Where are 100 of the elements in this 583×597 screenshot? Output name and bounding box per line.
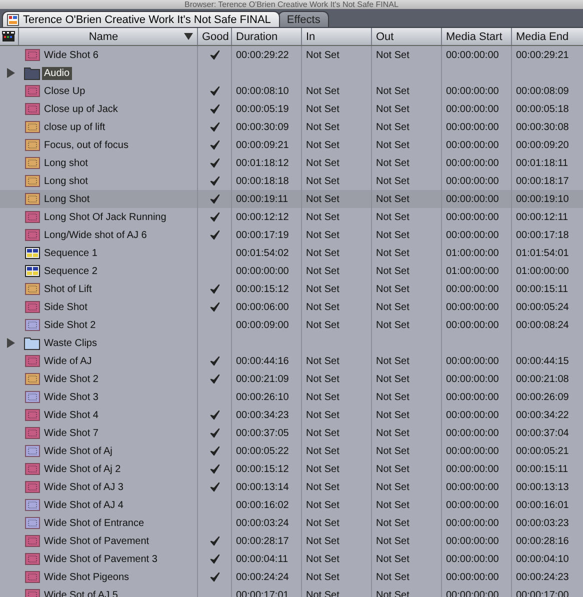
checkmark-icon[interactable] [210, 50, 220, 60]
checkmark-icon[interactable] [210, 410, 220, 420]
disclosure-triangle-icon[interactable] [7, 68, 15, 78]
column-header[interactable]: Name [88, 30, 118, 42]
browser-row[interactable]: Close Up 00:00:08:10 Not Set Not Set 00:00:00:00 00:00:08:09 [0, 82, 583, 100]
table-cell: 00:00:00:00 [236, 266, 289, 276]
table-cell: 00:00:37:05 [236, 428, 289, 438]
checkmark-icon[interactable] [210, 284, 220, 294]
item-name: Long shot [43, 174, 89, 188]
column-header[interactable]: Good [202, 30, 229, 42]
browser-row[interactable]: Waste Clips [0, 334, 583, 352]
browser-row[interactable]: Wide Shot of Aj 2 00:00:15:12 Not Set Not Set 00:00:00:00 00:00:15:11 [0, 460, 583, 478]
checkmark-icon[interactable] [210, 554, 220, 564]
checkmark-icon[interactable] [210, 176, 220, 186]
checkmark-icon[interactable] [210, 374, 220, 384]
browser-row[interactable]: Side Shot 00:00:06:00 Not Set Not Set 00:00:00:00 00:00:05:24 [0, 298, 583, 316]
browser-row[interactable]: Wide Shot 2 00:00:21:09 Not Set Not Set 00:00:00:00 00:00:21:08 [0, 370, 583, 388]
table-cell: 00:00:24:23 [516, 572, 569, 582]
column-header[interactable]: In [306, 30, 316, 42]
checkmark-icon[interactable] [210, 212, 220, 222]
tab[interactable]: Terence O'Brien Creative Work It's Not Safe FINAL [2, 11, 280, 27]
table-cell: 00:00:09:00 [236, 320, 289, 330]
checkmark-icon[interactable] [210, 122, 220, 132]
checkmark-icon[interactable] [210, 482, 220, 492]
browser-row[interactable]: Audio [0, 64, 583, 82]
checkmark-icon[interactable] [210, 302, 220, 312]
checkmark-icon[interactable] [210, 464, 220, 474]
table-cell: Not Set [376, 284, 410, 294]
browser-row[interactable]: Wide Shot of Aj 00:00:05:22 Not Set Not Set 00:00:00:00 00:00:05:21 [0, 442, 583, 460]
sort-arrow-icon[interactable] [184, 33, 193, 40]
item-name: Wide Shot of Pavement [43, 534, 150, 548]
browser-row[interactable]: Wide Shot of Pavement 00:00:28:17 Not Set Not Set 00:00:00:00 00:00:28:16 [0, 532, 583, 550]
browser-row[interactable]: Long Shot 00:00:19:11 Not Set Not Set 00:00:00:00 00:00:19:10 [0, 190, 583, 208]
table-cell: 00:00:15:11 [516, 464, 568, 474]
checkmark-icon[interactable] [210, 104, 220, 114]
table-cell: 00:00:15:12 [236, 284, 289, 294]
browser-row[interactable]: Shot of Lift 00:00:15:12 Not Set Not Set 00:00:00:00 00:00:15:11 [0, 280, 583, 298]
browser-row[interactable]: Wide Shot of Entrance 00:00:03:24 Not Set Not Set 00:00:00:00 00:00:03:23 [0, 514, 583, 532]
browser-row[interactable]: Close up of Jack 00:00:05:19 Not Set Not Set 00:00:00:00 00:00:05:18 [0, 100, 583, 118]
checkmark-icon[interactable] [210, 428, 220, 438]
table-cell: Not Set [306, 122, 340, 132]
browser-row[interactable]: Long/Wide shot of AJ 6 00:00:17:19 Not Set Not Set 00:00:00:00 00:00:17:18 [0, 226, 583, 244]
disclosure-triangle-icon[interactable] [7, 338, 15, 348]
table-cell: Not Set [376, 122, 410, 132]
table-cell: 00:00:13:13 [516, 482, 569, 492]
item-name: Close up of Jack [43, 102, 119, 116]
browser-row[interactable]: Wide Shot 6 00:00:29:22 Not Set Not Set 00:00:00:00 00:00:29:21 [0, 46, 583, 64]
table-cell: 00:00:05:24 [516, 302, 569, 312]
item-name: Wide Shot of Entrance [43, 516, 146, 530]
browser-row[interactable]: Sequence 1 00:01:54:02 Not Set Not Set 01:00:00:00 01:01:54:01 [0, 244, 583, 262]
table-cell: Not Set [306, 482, 340, 492]
table-cell: Not Set [306, 536, 340, 546]
table-cell: 00:00:05:22 [236, 446, 289, 456]
browser-row[interactable]: Wide Shot 4 00:00:34:23 Not Set Not Set 00:00:00:00 00:00:34:22 [0, 406, 583, 424]
checkmark-icon[interactable] [210, 86, 220, 96]
checkmark-icon[interactable] [210, 536, 220, 546]
browser-row[interactable]: Wide Shot of AJ 3 00:00:13:14 Not Set Not Set 00:00:00:00 00:00:13:13 [0, 478, 583, 496]
browser-row[interactable]: Long shot 00:01:18:12 Not Set Not Set 00:00:00:00 00:01:18:11 [0, 154, 583, 172]
checkmark-icon[interactable] [210, 446, 220, 456]
browser-row[interactable]: Wide Shot of AJ 4 00:00:16:02 Not Set Not Set 00:00:00:00 00:00:16:01 [0, 496, 583, 514]
browser-row[interactable]: Sequence 2 00:00:00:00 Not Set Not Set 01:00:00:00 01:00:00:00 [0, 262, 583, 280]
table-cell: Not Set [306, 50, 340, 60]
table-cell: Not Set [306, 410, 340, 420]
item-name: Sequence 1 [43, 246, 98, 260]
browser-row[interactable]: Side Shot 2 00:00:09:00 Not Set Not Set 00:00:00:00 00:00:08:24 [0, 316, 583, 334]
checkmark-icon[interactable] [210, 194, 220, 204]
table-cell: 00:00:04:10 [516, 554, 569, 564]
table-cell: 00:00:00:00 [446, 194, 499, 204]
table-cell: Not Set [376, 518, 410, 528]
browser-row[interactable]: Wide Shot 7 00:00:37:05 Not Set Not Set 00:00:00:00 00:00:37:04 [0, 424, 583, 442]
browser-row[interactable]: Wide Shot 3 00:00:26:10 Not Set Not Set 00:00:00:00 00:00:26:09 [0, 388, 583, 406]
browser-row[interactable]: Wide Shot of Pavement 3 00:00:04:11 Not Set Not Set 00:00:00:00 00:00:04:10 [0, 550, 583, 568]
table-cell: Not Set [376, 50, 410, 60]
table-cell: Not Set [306, 554, 340, 564]
table-cell: Not Set [306, 104, 340, 114]
checkmark-icon[interactable] [210, 230, 220, 240]
checkmark-icon[interactable] [210, 356, 220, 366]
browser-row[interactable]: Wide Shot Pigeons 00:00:24:24 Not Set Not Set 00:00:00:00 00:00:24:23 [0, 568, 583, 586]
browser-row[interactable]: Focus, out of focus 00:00:09:21 Not Set Not Set 00:00:00:00 00:00:09:20 [0, 136, 583, 154]
checkmark-icon[interactable] [210, 140, 220, 150]
table-cell: 00:00:05:21 [516, 446, 569, 456]
column-header[interactable]: Duration [236, 30, 278, 42]
browser-row[interactable]: close up of lift 00:00:30:09 Not Set Not Set 00:00:00:00 00:00:30:08 [0, 118, 583, 136]
column-header[interactable]: Media End [516, 30, 569, 42]
table-cell: 00:00:05:18 [516, 104, 569, 114]
checkmark-icon[interactable] [210, 572, 220, 582]
table-cell: 00:00:00:00 [446, 86, 499, 96]
table-cell: 00:00:28:17 [236, 536, 289, 546]
table-cell: Not Set [376, 158, 410, 168]
table-cell: Not Set [306, 464, 340, 474]
column-header[interactable]: Media Start [446, 30, 502, 42]
column-header[interactable]: Out [376, 30, 394, 42]
checkmark-icon[interactable] [210, 158, 220, 168]
browser-row[interactable]: Long Shot Of Jack Running 00:00:12:12 Not Set Not Set 00:00:00:00 00:00:12:11 [0, 208, 583, 226]
table-cell: 00:00:21:09 [236, 374, 289, 384]
item-name: Long Shot Of Jack Running [43, 210, 168, 224]
table-cell: Not Set [306, 428, 340, 438]
table-cell: 00:01:18:12 [236, 158, 289, 168]
tab[interactable]: Effects [278, 11, 330, 27]
browser-row[interactable]: Wide of AJ 00:00:44:16 Not Set Not Set 00:00:00:00 00:00:44:15 [0, 352, 583, 370]
